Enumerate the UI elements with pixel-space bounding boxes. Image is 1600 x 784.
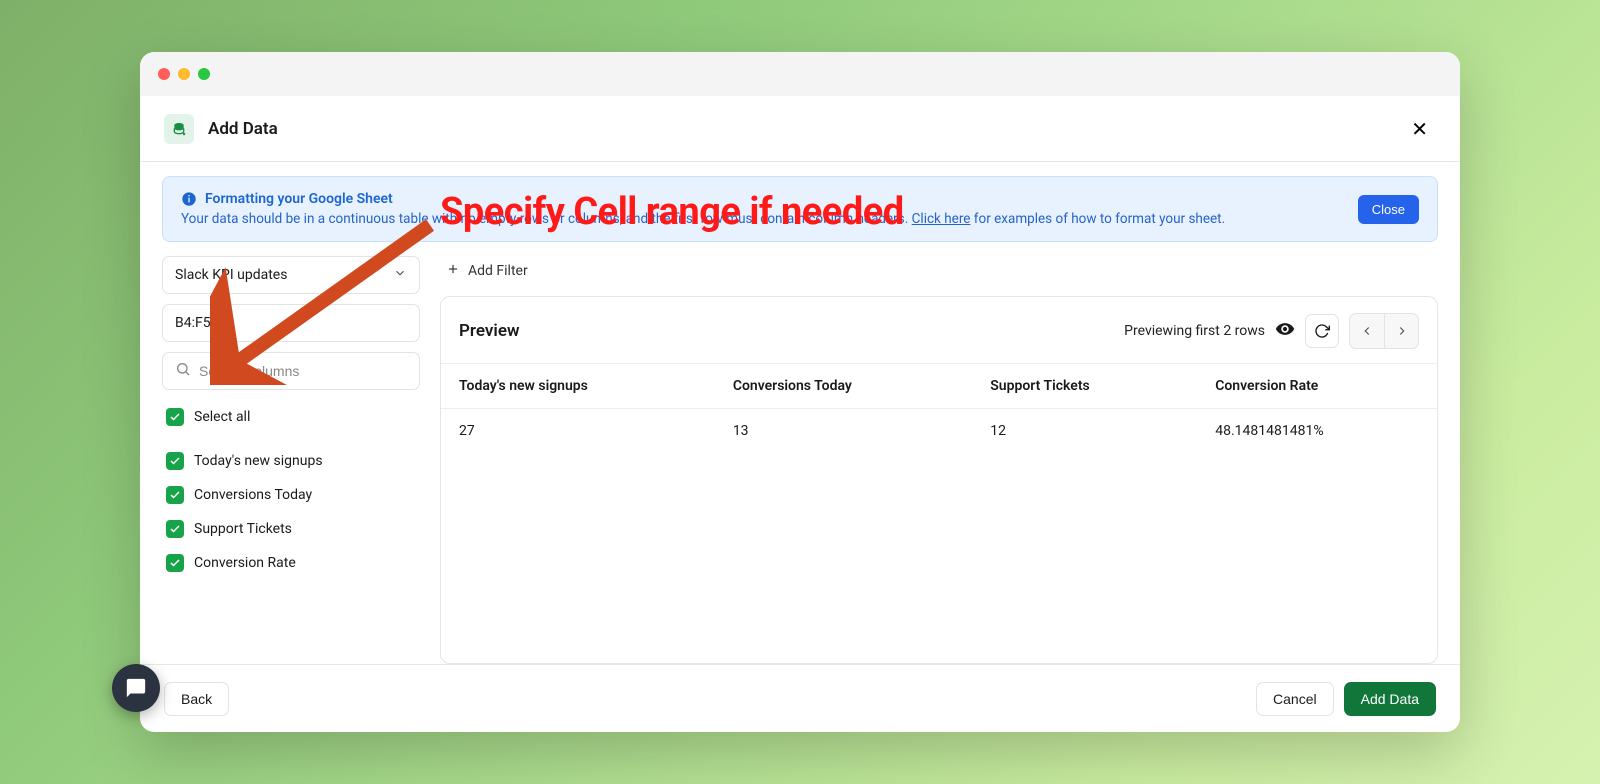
banner-body: Your data should be in a continuous tabl… [181,211,1346,227]
search-columns-wrap[interactable] [162,352,420,390]
column-row[interactable]: Today's new signups [162,444,420,478]
checkbox-icon [166,486,184,504]
sheet-select[interactable]: Slack KPI updates [162,256,420,294]
sheet-select-value: Slack KPI updates [175,267,287,283]
back-button[interactable]: Back [164,682,229,716]
column-label: Conversion Rate [194,555,296,571]
modal-title: Add Data [208,119,1389,139]
cancel-button[interactable]: Cancel [1256,682,1334,716]
checkbox-icon [166,452,184,470]
add-data-button[interactable]: Add Data [1344,682,1436,716]
table-row: 27 13 12 48.1481481481% [441,409,1437,454]
table-header-row: Today's new signups Conversions Today Su… [441,364,1437,409]
preview-status-text: Previewing first 2 rows [1124,323,1265,339]
chat-icon [125,677,147,699]
table-cell: 12 [972,409,1197,454]
traffic-light-zoom[interactable] [198,68,210,80]
preview-title: Preview [459,321,520,341]
traffic-light-close[interactable] [158,68,170,80]
banner-help-link[interactable]: Click here [912,211,971,227]
select-all-label: Select all [194,409,250,425]
select-all-row[interactable]: Select all [162,400,420,434]
preview-card: Preview Previewing first 2 rows [440,296,1438,664]
banner-title: Formatting your Google Sheet [181,191,1346,207]
table-cell: 48.1481481481% [1197,409,1437,454]
main-area: Slack KPI updates B4:F5 Select all [140,242,1460,664]
table-header: Today's new signups [441,364,715,409]
checkbox-icon [166,554,184,572]
close-button[interactable]: ✕ [1403,113,1436,145]
refresh-button[interactable] [1305,314,1339,348]
mac-titlebar [140,52,1460,96]
pager-prev-button[interactable] [1350,314,1384,348]
chevron-left-icon [1360,324,1374,338]
traffic-light-minimize[interactable] [178,68,190,80]
pager-next-button[interactable] [1384,314,1418,348]
content-area: Add Filter Preview Previewing first 2 ro… [440,256,1438,664]
banner-close-button[interactable]: Close [1358,195,1419,224]
data-source-icon [164,114,194,144]
table-header: Conversions Today [715,364,972,409]
chevron-right-icon [1395,324,1409,338]
column-label: Today's new signups [194,453,323,469]
column-label: Support Tickets [194,521,292,537]
search-columns-input[interactable] [199,363,407,379]
table-header: Conversion Rate [1197,364,1437,409]
preview-table: Today's new signups Conversions Today Su… [441,363,1437,453]
plus-icon [446,262,460,280]
chevron-down-icon [393,266,407,284]
eye-icon [1275,319,1295,343]
checkbox-icon [166,520,184,538]
pager [1349,313,1419,349]
column-row[interactable]: Conversion Rate [162,546,420,580]
column-row[interactable]: Conversions Today [162,478,420,512]
modal-header: Add Data ✕ [140,96,1460,162]
search-icon [175,361,191,381]
modal-footer: Back Cancel Add Data [140,664,1460,732]
sidebar: Slack KPI updates B4:F5 Select all [162,256,420,664]
column-row[interactable]: Support Tickets [162,512,420,546]
info-icon [181,191,197,207]
table-header: Support Tickets [972,364,1197,409]
cell-range-input[interactable]: B4:F5 [162,304,420,342]
app-window: Add Data ✕ Formatting your Google Sheet … [140,52,1460,732]
checkbox-icon [166,408,184,426]
add-filter-button[interactable]: Add Filter [446,262,1438,280]
table-cell: 13 [715,409,972,454]
column-label: Conversions Today [194,487,312,503]
chat-widget-button[interactable] [112,664,160,712]
info-banner: Formatting your Google Sheet Your data s… [162,176,1438,242]
table-cell: 27 [441,409,715,454]
refresh-icon [1314,323,1330,339]
